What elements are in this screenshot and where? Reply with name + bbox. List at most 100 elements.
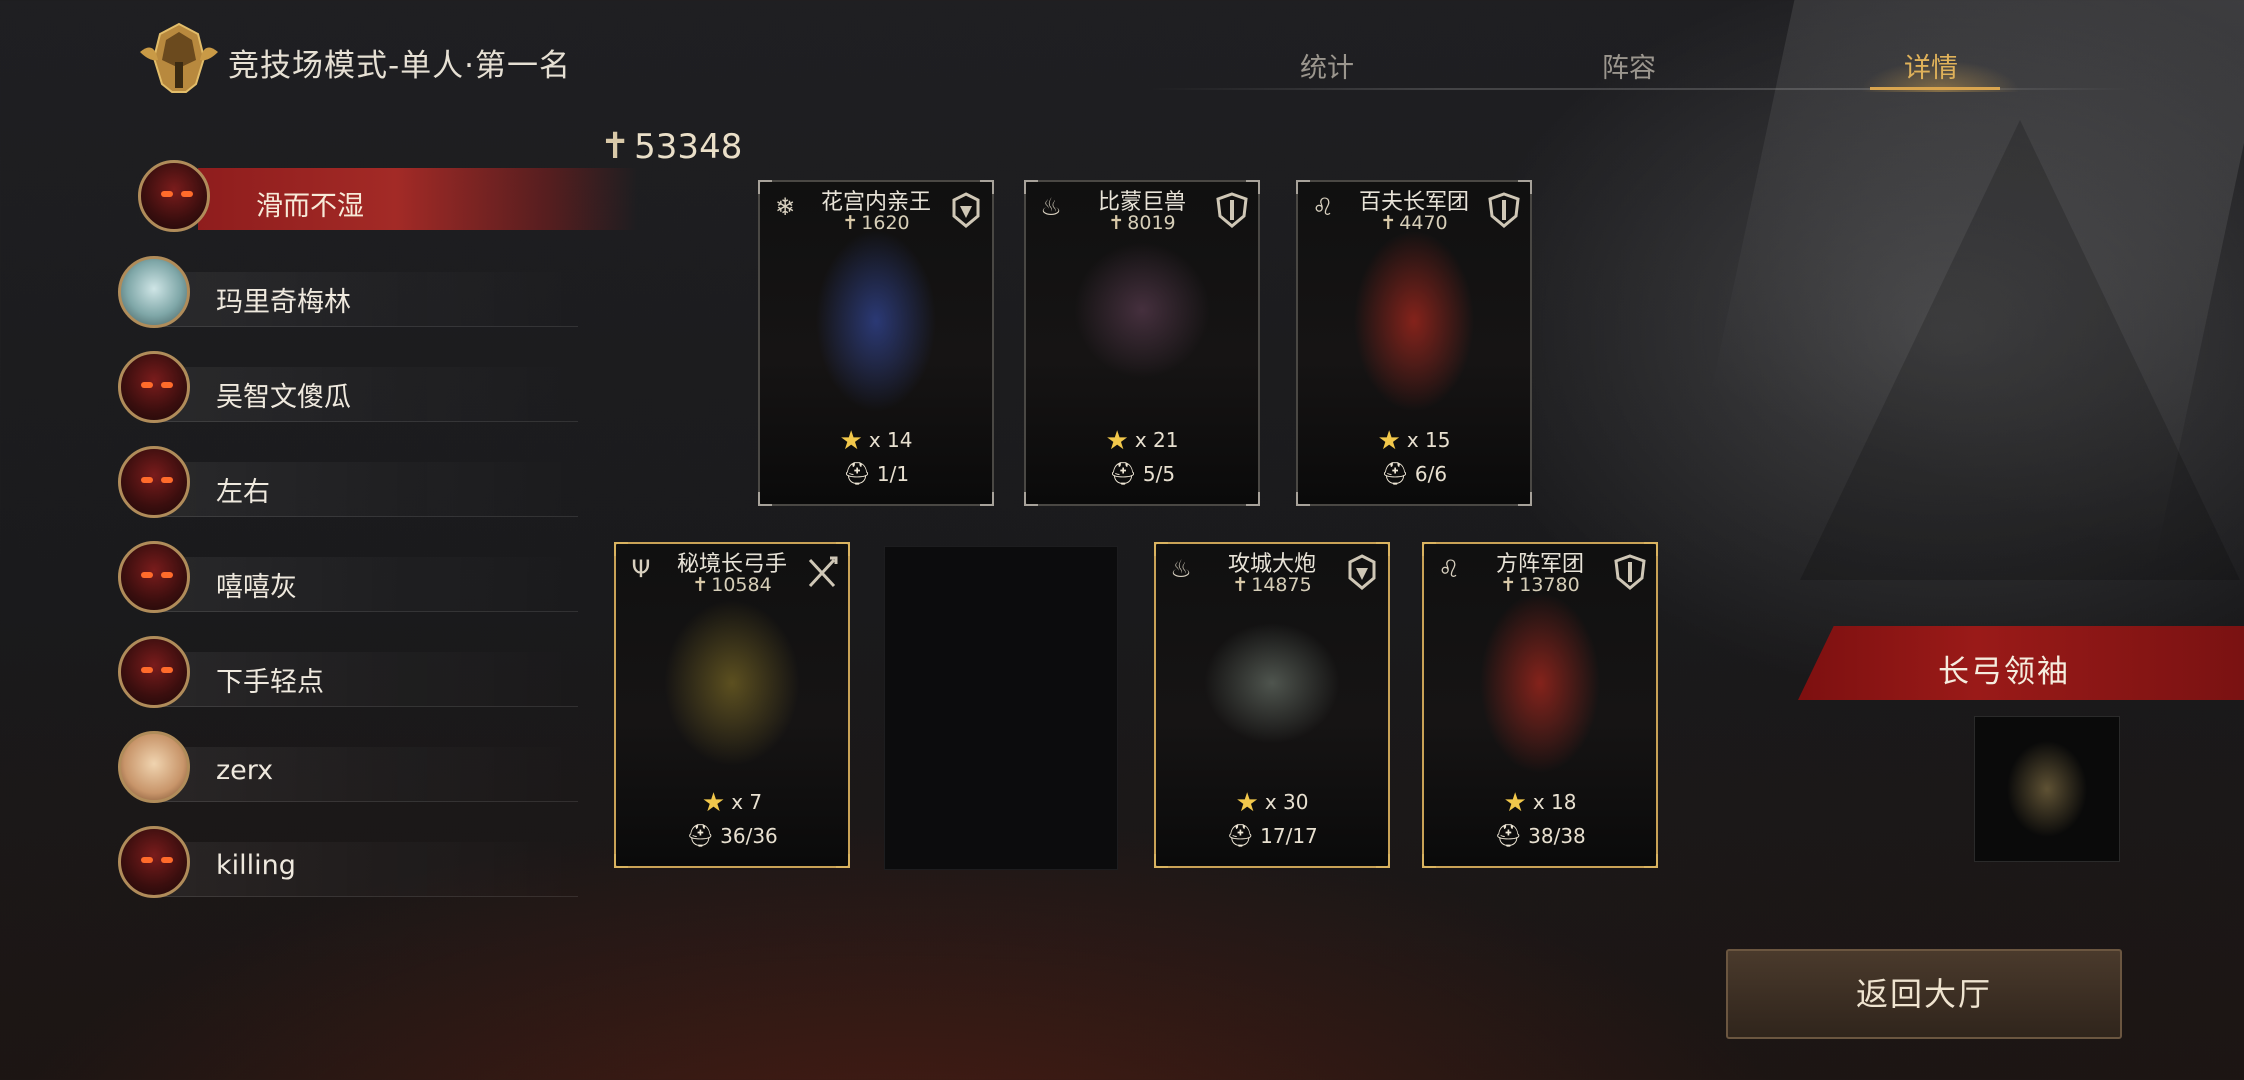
unit-power-value: 13780 [1519,574,1580,596]
unit-portrait [780,222,972,442]
avatar-puppet [118,731,190,803]
power-icon: ✝ [1232,574,1249,596]
unit-stars: ★ x 30 [1156,788,1388,818]
unit-count: ⛑ 38/38 [1424,824,1656,849]
unit-power: ✝ 8019 [1026,212,1258,234]
player-row[interactable]: 嘻嘻灰 [118,541,578,621]
soldier-helmet-icon: ⛑ [686,824,715,849]
unit-count-value: 17/17 [1260,824,1318,848]
stars-value: x 21 [1134,428,1179,452]
unit-stars: ★ x 7 [616,788,848,818]
unit-power-value: 14875 [1251,574,1312,596]
unit-power: ✝ 13780 [1424,574,1656,596]
power-icon: ✝ [1500,574,1517,596]
avatar-demon-mask [118,541,190,613]
power-icon: ✝ [1108,212,1125,234]
player-name: 下手轻点 [216,667,324,698]
stars-value: x 15 [1406,428,1451,452]
unit-count-value: 38/38 [1528,824,1586,848]
unit-power: ✝ 1620 [760,212,992,234]
unit-count-value: 36/36 [720,824,778,848]
player-row[interactable]: 下手轻点 [118,636,578,716]
tab-statistics[interactable]: 统计 [1300,46,1354,85]
power-icon: ✝ [692,574,709,596]
player-row-selected[interactable]: 滑而不湿 [138,160,638,240]
unit-power: ✝ 4470 [1298,212,1530,234]
unit-power: ✝ 14875 [1156,574,1388,596]
unit-power-value: 10584 [711,574,772,596]
avatar-demon-mask [138,160,210,232]
return-lobby-button[interactable]: 返回大厅 [1726,949,2122,1039]
unit-power: ✝ 10584 [616,574,848,596]
unit-card[interactable]: ♌ 百夫长军团 ✝ 4470 ★ x 15 ⛑ 6/6 [1296,180,1532,506]
soldier-helmet-icon: ⛑ [1108,462,1137,487]
unit-count-value: 1/1 [876,462,910,486]
leader-portrait[interactable] [1974,716,2120,862]
soldier-helmet-icon: ⛑ [842,462,871,487]
unit-power-value: 1620 [861,212,910,234]
unit-stars: ★ x 18 [1424,788,1656,818]
star-icon: ★ [701,788,726,818]
player-name: zerx [216,755,274,786]
unit-power-value: 4470 [1399,212,1448,234]
player-name: 嘻嘻灰 [216,572,297,603]
unit-card[interactable]: ♨ 攻城大炮 ✝ 14875 ★ x 30 ⛑ 17/17 [1154,542,1390,868]
unit-count: ⛑ 36/36 [616,824,848,849]
power-icon: ✝ [1380,212,1397,234]
player-name: 吴智文傻瓜 [216,382,351,413]
leader-title: 长弓领袖 [1938,654,2070,690]
unit-card[interactable]: ♨ 比蒙巨兽 ✝ 8019 ★ x 21 ⛑ 5/5 [1024,180,1260,506]
player-name: 玛里奇梅林 [216,287,351,318]
soldier-helmet-icon: ⛑ [1226,824,1255,849]
star-icon: ★ [1105,426,1129,456]
player-row[interactable]: killing [118,826,578,906]
unit-count-value: 5/5 [1142,462,1176,486]
unit-count: ⛑ 6/6 [1298,462,1530,487]
avatar-demon-mask [118,351,190,423]
unit-power-value: 8019 [1127,212,1176,234]
star-icon: ★ [1503,788,1527,818]
unit-portrait [636,584,828,804]
player-row[interactable]: 玛里奇梅林 [118,256,578,336]
avatar-demon-mask [118,446,190,518]
unit-stars: ★ x 21 [1026,426,1258,456]
soldier-helmet-icon: ⛑ [1494,824,1523,849]
unit-card[interactable]: Ψ 秘境长弓手 ✝ 10584 ★ x 7 ⛑ 36/36 [614,542,850,868]
player-name: killing [216,850,296,881]
player-row[interactable]: zerx [118,731,578,811]
star-icon: ★ [839,426,863,456]
soldier-helmet-icon: ⛑ [1380,462,1409,487]
empty-unit-slot[interactable] [884,546,1118,870]
total-power-value: 53348 [634,127,743,167]
active-tab-underline [1870,87,2000,90]
stars-value: x 7 [731,790,763,814]
unit-card[interactable]: ❄ 花宫内亲王 ✝ 1620 ★ x 14 ⛑ 1/1 [758,180,994,506]
player-row[interactable]: 吴智文傻瓜 [118,351,578,431]
player-row[interactable]: 左右 [118,446,578,526]
avatar-photo [118,256,190,328]
unit-stars: ★ x 14 [760,426,992,456]
power-icon: ✝ [842,212,859,234]
helmet-emblem-icon [140,22,218,93]
tab-lineup[interactable]: 阵容 [1602,46,1656,85]
player-name: 滑而不湿 [256,191,364,222]
page-title: 竞技场模式-单人·第一名 [228,48,572,84]
unit-count: ⛑ 1/1 [760,462,992,487]
unit-card[interactable]: ♌ 方阵军团 ✝ 13780 ★ x 18 ⛑ 38/38 [1422,542,1658,868]
stars-value: x 18 [1532,790,1577,814]
tab-bar: 统计 阵容 详情 [1130,40,2130,92]
background-tower [1800,120,2240,580]
star-icon: ★ [1235,788,1259,818]
unit-count-value: 6/6 [1414,462,1448,486]
avatar-demon-mask [118,636,190,708]
unit-portrait [1444,584,1636,804]
unit-count: ⛑ 5/5 [1026,462,1258,487]
tab-details[interactable]: 详情 [1904,46,1958,85]
unit-portrait [1176,584,1368,804]
stars-value: x 30 [1264,790,1309,814]
unit-portrait [1318,222,1510,442]
power-icon: ✝ [600,126,631,167]
avatar-demon-mask [118,826,190,898]
unit-count: ⛑ 17/17 [1156,824,1388,849]
player-name: 左右 [216,477,270,508]
